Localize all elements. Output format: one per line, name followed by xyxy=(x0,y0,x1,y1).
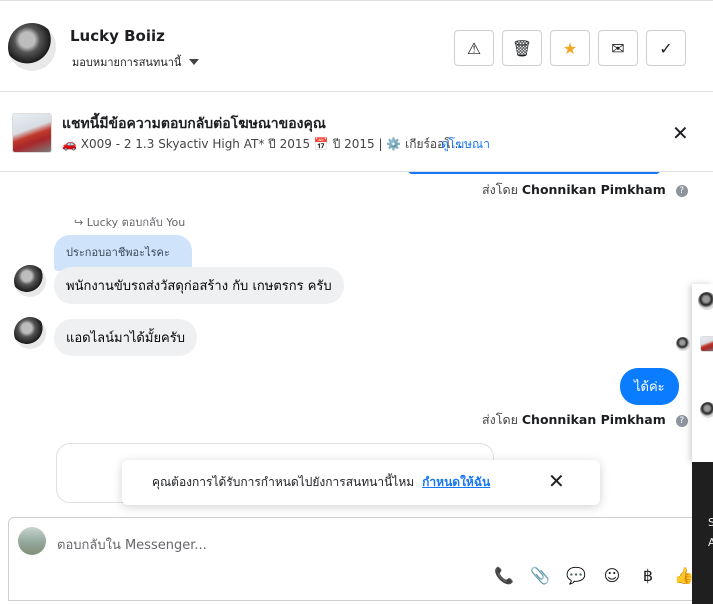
sent-by-label: ส่งโดย Chonnikan Pimkham ? xyxy=(482,180,688,200)
side-thumbnail[interactable] xyxy=(700,336,713,352)
page-avatar xyxy=(18,527,46,555)
assign-dropdown[interactable]: มอบหมายการสนทนานี้ xyxy=(72,53,200,71)
speech-bubble-icon[interactable]: 💬 xyxy=(565,564,587,586)
incoming-message[interactable]: แอดไลน์มาได้มั้ยครับ xyxy=(54,319,197,356)
assign-label: มอบหมายการสนทนานี้ xyxy=(72,56,182,69)
side-letter: A xyxy=(708,536,713,549)
assign-prompt: คุณต้องการได้รับการกำหนดไปยังการสนทนานี้… xyxy=(122,460,600,505)
help-icon[interactable]: ? xyxy=(675,184,688,197)
ad-subtitle: 🚗 X009 - 2 1.3 Skyactiv High AT* ปี 2015… xyxy=(62,137,463,151)
mark-unread-button[interactable]: ✉ xyxy=(598,30,638,66)
trash-icon: 🗑 xyxy=(511,38,533,58)
help-icon[interactable]: ? xyxy=(675,414,688,427)
reply-composer: ตอบกลับใน Messenger... 📞 📎 💬 ☺ ฿ 👍 xyxy=(8,517,698,601)
reply-label-text: Lucky ตอบกลับ You xyxy=(86,216,186,229)
paperclip-icon[interactable]: 📎 xyxy=(529,564,551,586)
phone-plus-icon[interactable]: 📞 xyxy=(493,564,515,586)
contact-name[interactable]: Lucky Boiiz xyxy=(70,27,165,45)
check-icon: ✓ xyxy=(659,38,673,58)
ad-thumbnail[interactable] xyxy=(12,113,52,153)
side-avatar[interactable] xyxy=(698,292,713,310)
sent-by-prefix: ส่งโดย xyxy=(482,412,518,427)
sender-avatar[interactable] xyxy=(14,317,46,349)
star-button[interactable]: ★ xyxy=(550,30,590,66)
seen-avatar xyxy=(676,337,690,351)
close-icon[interactable]: ✕ xyxy=(548,469,565,493)
side-dark-panel xyxy=(692,462,713,604)
sender-name: Chonnikan Pimkham xyxy=(521,182,666,197)
incoming-message[interactable]: พนักงานขับรถส่งวัสดุก่อสร้าง กับ เกษตรกร… xyxy=(54,267,344,304)
baht-icon[interactable]: ฿ xyxy=(637,564,659,586)
previous-message-edge xyxy=(408,172,660,174)
side-panel xyxy=(692,284,713,462)
ad-title: แชทนี้มีข้อความตอบกลับต่อโฆษณาของคุณ xyxy=(62,116,326,132)
contact-avatar[interactable] xyxy=(8,23,56,71)
conversation-header: Lucky Boiiz มอบหมายการสนทนานี้ ⚠ 🗑 ★ ✉ ✓ xyxy=(0,0,713,92)
composer-toolbar: 📞 📎 💬 ☺ ฿ 👍 xyxy=(493,564,695,586)
assign-to-me-link[interactable]: กำหนดให้ฉัน xyxy=(422,473,490,492)
header-actions: ⚠ 🗑 ★ ✉ ✓ xyxy=(454,30,686,66)
side-avatar[interactable] xyxy=(700,402,713,418)
sent-by-label: ส่งโดย Chonnikan Pimkham ? xyxy=(482,410,688,430)
mark-done-button[interactable]: ✓ xyxy=(646,30,686,66)
star-icon: ★ xyxy=(562,38,578,58)
emoji-icon[interactable]: ☺ xyxy=(601,564,623,586)
sent-by-prefix: ส่งโดย xyxy=(482,182,518,197)
reply-input[interactable]: ตอบกลับใน Messenger... xyxy=(57,534,207,555)
chevron-down-icon xyxy=(189,59,200,65)
delete-button[interactable]: 🗑 xyxy=(502,30,542,66)
warning-icon: ⚠ xyxy=(466,38,482,58)
view-ad-link[interactable]: ดูโฆษณา xyxy=(441,135,490,154)
close-icon[interactable]: ✕ xyxy=(672,121,689,145)
report-button[interactable]: ⚠ xyxy=(454,30,494,66)
outgoing-message[interactable]: ได้ค่ะ xyxy=(620,368,679,405)
reply-label: ↪ Lucky ตอบกลับ You xyxy=(74,216,186,229)
sender-avatar[interactable] xyxy=(14,265,46,297)
quoted-message[interactable]: ประกอบอาชีพอะไรคะ xyxy=(54,235,192,271)
side-letter: S xyxy=(708,516,713,529)
mail-icon: ✉ xyxy=(611,38,625,58)
sender-name: Chonnikan Pimkham xyxy=(521,412,666,427)
assign-prompt-text: คุณต้องการได้รับการกำหนดไปยังการสนทนานี้… xyxy=(152,475,415,489)
